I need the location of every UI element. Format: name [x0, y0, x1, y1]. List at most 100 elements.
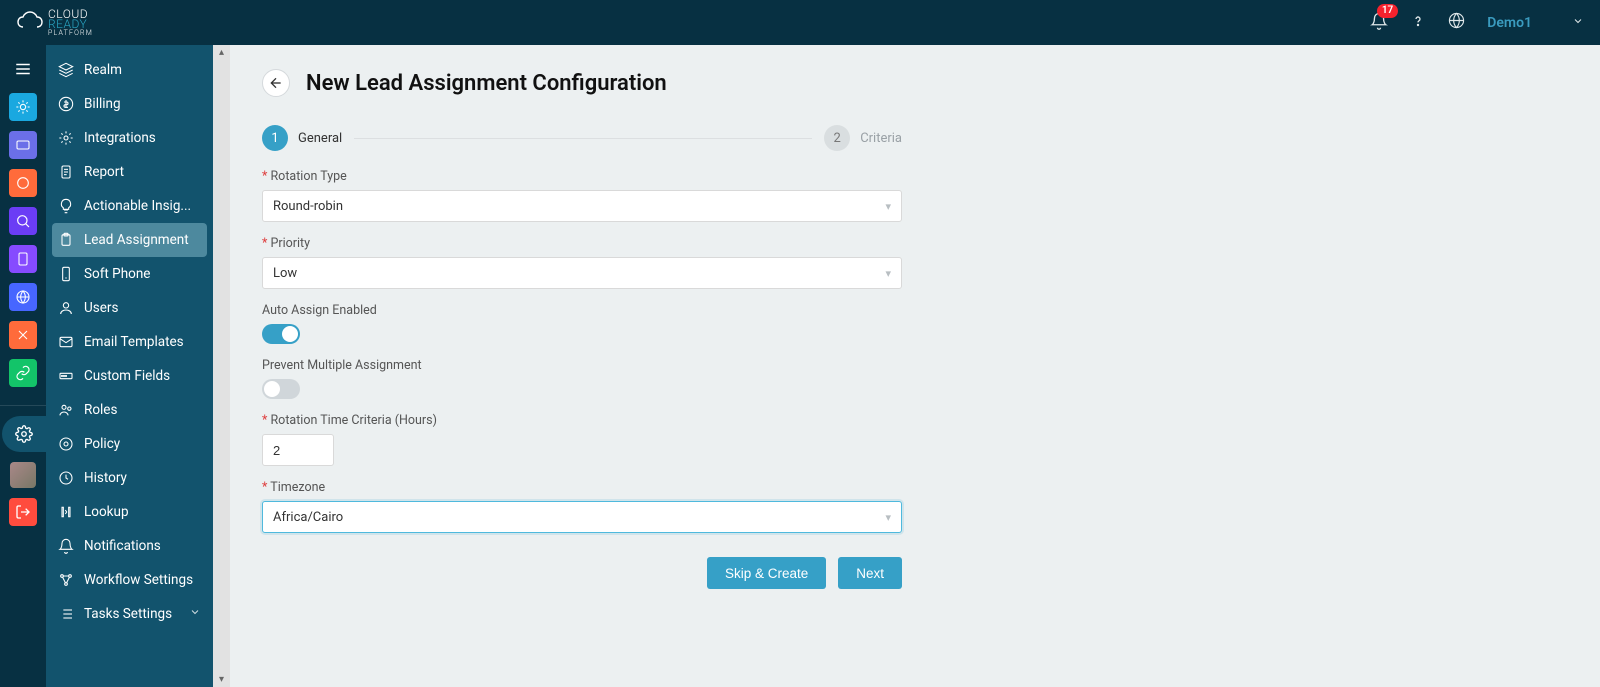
sidebar-item-label: Custom Fields: [84, 368, 170, 384]
chevron-down-icon: [1572, 15, 1584, 31]
sidebar-item-label: Policy: [84, 436, 120, 452]
bell-icon: [58, 538, 74, 554]
timezone-select[interactable]: Africa/Cairo ▾: [262, 501, 902, 533]
rail-app-1[interactable]: [9, 93, 37, 121]
sidebar-item-label: Lead Assignment: [84, 232, 189, 248]
dollar-icon: [58, 96, 74, 112]
chevron-down-icon: ▾: [885, 267, 891, 280]
mail-icon: [58, 334, 74, 350]
sidebar-item-label: History: [84, 470, 127, 486]
next-button[interactable]: Next: [838, 557, 902, 589]
sidebar-item-workflow-settings[interactable]: Workflow Settings: [46, 563, 213, 597]
sidebar-item-integrations[interactable]: Integrations: [46, 121, 213, 155]
sidebar-item-softphone[interactable]: Soft Phone: [46, 257, 213, 291]
rail-avatar[interactable]: [10, 462, 36, 488]
select-value: Low: [273, 266, 297, 281]
priority-select[interactable]: Low ▾: [262, 257, 902, 289]
scroll-down-icon[interactable]: ▾: [219, 672, 224, 687]
sidebar-item-label: Realm: [84, 62, 122, 78]
sidebar-item-custom-fields[interactable]: Custom Fields: [46, 359, 213, 393]
back-button[interactable]: [262, 69, 290, 97]
list-icon: [58, 606, 74, 622]
rail-app-3[interactable]: [9, 169, 37, 197]
sidebar-item-lookup[interactable]: Lookup: [46, 495, 213, 529]
skip-create-button[interactable]: Skip & Create: [707, 557, 826, 589]
workflow-icon: [58, 572, 74, 588]
lookup-icon: [58, 504, 74, 520]
users-icon: [58, 402, 74, 418]
sidebar-item-label: Workflow Settings: [84, 572, 193, 588]
sidebar-item-email-templates[interactable]: Email Templates: [46, 325, 213, 359]
step-criteria[interactable]: 2 Criteria: [824, 125, 902, 151]
rail-logout[interactable]: [9, 498, 37, 526]
stepper: 1 General 2 Criteria: [262, 125, 902, 151]
chevron-down-icon: ▾: [885, 511, 891, 524]
sidebar-item-label: Notifications: [84, 538, 161, 554]
prevent-multiple-label: Prevent Multiple Assignment: [262, 358, 902, 373]
select-value: Round-robin: [273, 199, 343, 214]
user-name: Demo1: [1487, 15, 1532, 31]
chevron-down-icon: ▾: [885, 200, 891, 213]
bulb-icon: [58, 198, 74, 214]
sidebar-item-label: Report: [84, 164, 124, 180]
sidebar-item-label: Integrations: [84, 130, 156, 146]
sidebar-item-label: Users: [84, 300, 118, 316]
history-icon: [58, 470, 74, 486]
hamburger-icon[interactable]: [9, 55, 37, 83]
rail-app-8[interactable]: [9, 359, 37, 387]
rail-app-2[interactable]: [9, 131, 37, 159]
chevron-down-icon: [189, 606, 201, 622]
sidebar-item-roles[interactable]: Roles: [46, 393, 213, 427]
user-menu[interactable]: Demo1: [1487, 15, 1584, 31]
form-icon: [58, 368, 74, 384]
rotation-time-input[interactable]: [262, 434, 334, 466]
phone-icon: [58, 266, 74, 282]
page-title: New Lead Assignment Configuration: [306, 71, 667, 96]
sidebar-item-label: Soft Phone: [84, 266, 150, 282]
rail-settings[interactable]: [2, 416, 46, 452]
sidebar-item-report[interactable]: Report: [46, 155, 213, 189]
sidebar-item-policy[interactable]: Policy: [46, 427, 213, 461]
auto-assign-label: Auto Assign Enabled: [262, 303, 902, 318]
report-icon: [58, 164, 74, 180]
sidebar-scrollbar[interactable]: ▴ ▾: [213, 45, 230, 687]
timezone-label: Timezone: [262, 480, 902, 495]
step-label: General: [298, 131, 342, 146]
sidebar-item-label: Email Templates: [84, 334, 184, 350]
scroll-up-icon[interactable]: ▴: [219, 45, 224, 60]
sidebar-item-tasks-settings[interactable]: Tasks Settings: [46, 597, 213, 631]
shield-icon: [58, 436, 74, 452]
notification-badge: 17: [1377, 4, 1398, 18]
rotation-time-label: Rotation Time Criteria (Hours): [262, 413, 902, 428]
rail-app-5[interactable]: [9, 245, 37, 273]
help-icon[interactable]: [1410, 13, 1426, 33]
sidebar-item-insights[interactable]: Actionable Insig...: [46, 189, 213, 223]
sidebar-item-label: Actionable Insig...: [84, 198, 191, 214]
step-label: Criteria: [860, 131, 902, 146]
select-value: Africa/Cairo: [273, 510, 343, 525]
icon-rail: [0, 45, 46, 687]
gear-icon: [58, 130, 74, 146]
auto-assign-toggle[interactable]: [262, 324, 300, 344]
rotation-type-select[interactable]: Round-robin ▾: [262, 190, 902, 222]
rotation-type-label: Rotation Type: [262, 169, 902, 184]
sidebar-item-users[interactable]: Users: [46, 291, 213, 325]
globe-icon[interactable]: [1448, 12, 1465, 33]
sidebar-item-history[interactable]: History: [46, 461, 213, 495]
rail-app-6[interactable]: [9, 283, 37, 311]
layers-icon: [58, 62, 74, 78]
rail-app-7[interactable]: [9, 321, 37, 349]
sidebar-item-realm[interactable]: Realm: [46, 53, 213, 87]
step-general[interactable]: 1 General: [262, 125, 342, 151]
config-form: Rotation Type Round-robin ▾ Priority Low…: [262, 169, 902, 533]
sidebar: Realm Billing Integrations Report Action…: [46, 45, 213, 687]
notifications-icon[interactable]: 17: [1370, 12, 1388, 34]
sidebar-item-lead-assignment[interactable]: Lead Assignment: [52, 223, 207, 257]
brand-logo[interactable]: CLOUD READY PLATFORM: [16, 8, 93, 37]
rail-app-4[interactable]: [9, 207, 37, 235]
sidebar-item-billing[interactable]: Billing: [46, 87, 213, 121]
sidebar-item-notifications[interactable]: Notifications: [46, 529, 213, 563]
user-icon: [58, 300, 74, 316]
prevent-multiple-toggle[interactable]: [262, 379, 300, 399]
step-connector: [354, 138, 812, 139]
